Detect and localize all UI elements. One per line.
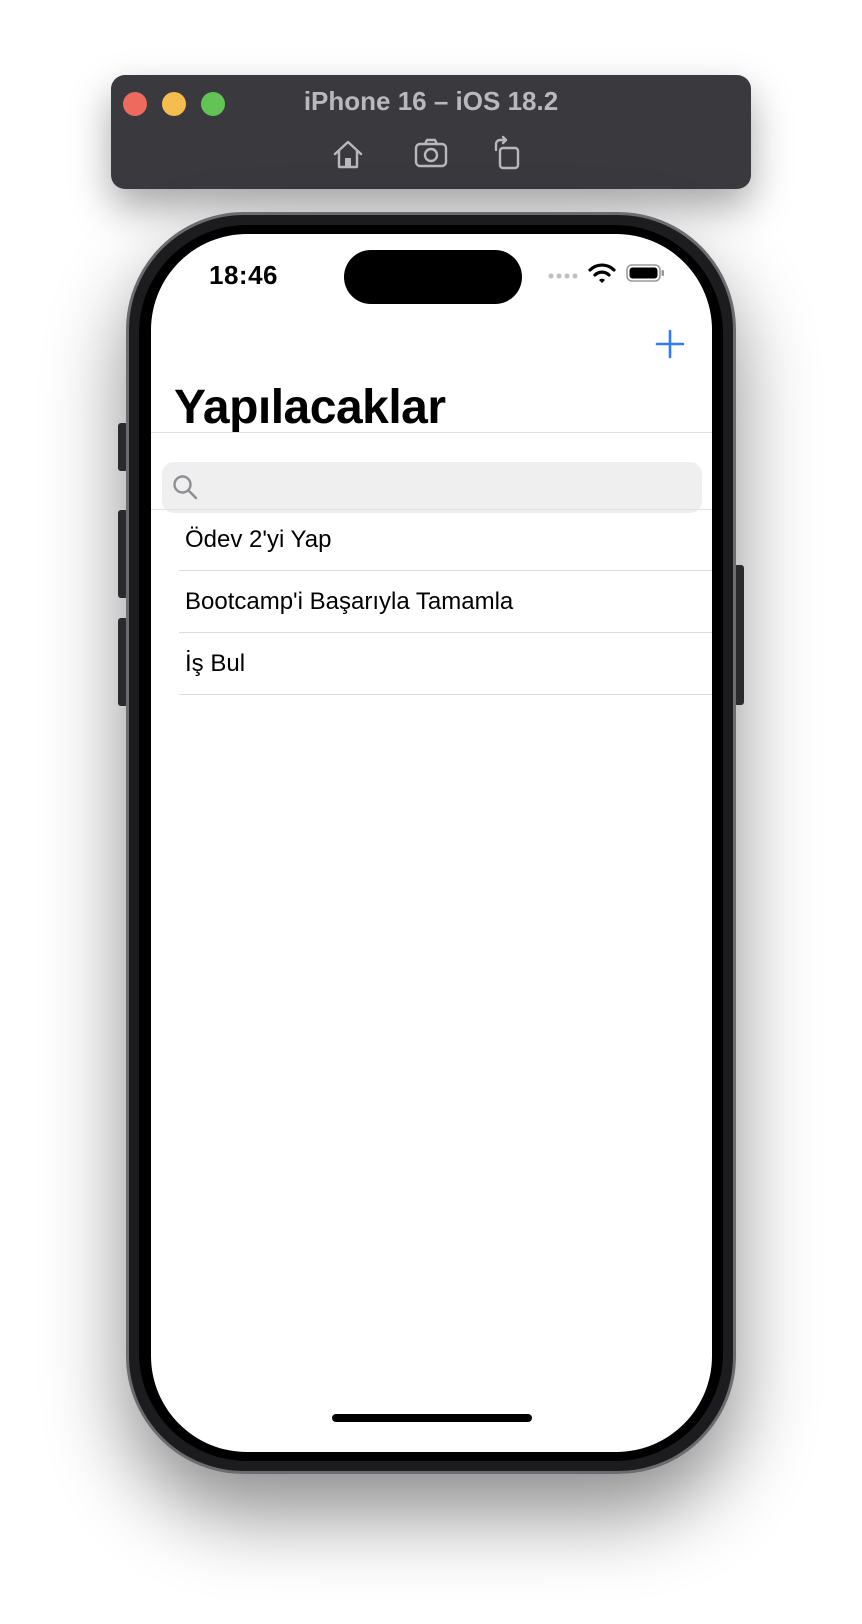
- nav-divider: [151, 432, 712, 433]
- wifi-icon: [588, 262, 616, 289]
- rotate-icon[interactable]: [488, 134, 528, 174]
- phone-screen: 18:46 Yapılacaklar Ödev 2'yi Yap Bootcam…: [151, 234, 712, 1452]
- home-indicator[interactable]: [332, 1414, 532, 1422]
- simulator-title: iPhone 16 – iOS 18.2: [303, 86, 559, 116]
- battery-icon: [626, 263, 666, 288]
- list-item[interactable]: Bootcamp'i Başarıyla Tamamla: [151, 571, 712, 633]
- row-separator: [179, 694, 712, 695]
- list-item-label: Ödev 2'yi Yap: [185, 526, 332, 553]
- home-icon[interactable]: [328, 134, 368, 174]
- status-icons: [548, 262, 666, 289]
- list-item[interactable]: İş Bul: [151, 633, 712, 695]
- list-item-label: İş Bul: [185, 650, 246, 677]
- page-title: Yapılacaklar: [174, 381, 446, 434]
- status-time: 18:46: [209, 260, 278, 290]
- search-input[interactable]: [162, 462, 702, 513]
- cellular-dots-icon: [548, 267, 578, 285]
- add-button[interactable]: [652, 326, 688, 362]
- screenshot-icon[interactable]: [411, 134, 451, 174]
- dynamic-island: [344, 250, 522, 304]
- plus-icon: [655, 329, 685, 359]
- search-icon: [173, 475, 198, 500]
- list-item-label: Bootcamp'i Başarıyla Tamamla: [185, 588, 514, 615]
- simulator-stage: iPhone 16 – iOS 18.2 18:46 Yapılacaklar …: [0, 0, 862, 1624]
- list-item[interactable]: Ödev 2'yi Yap: [151, 509, 712, 571]
